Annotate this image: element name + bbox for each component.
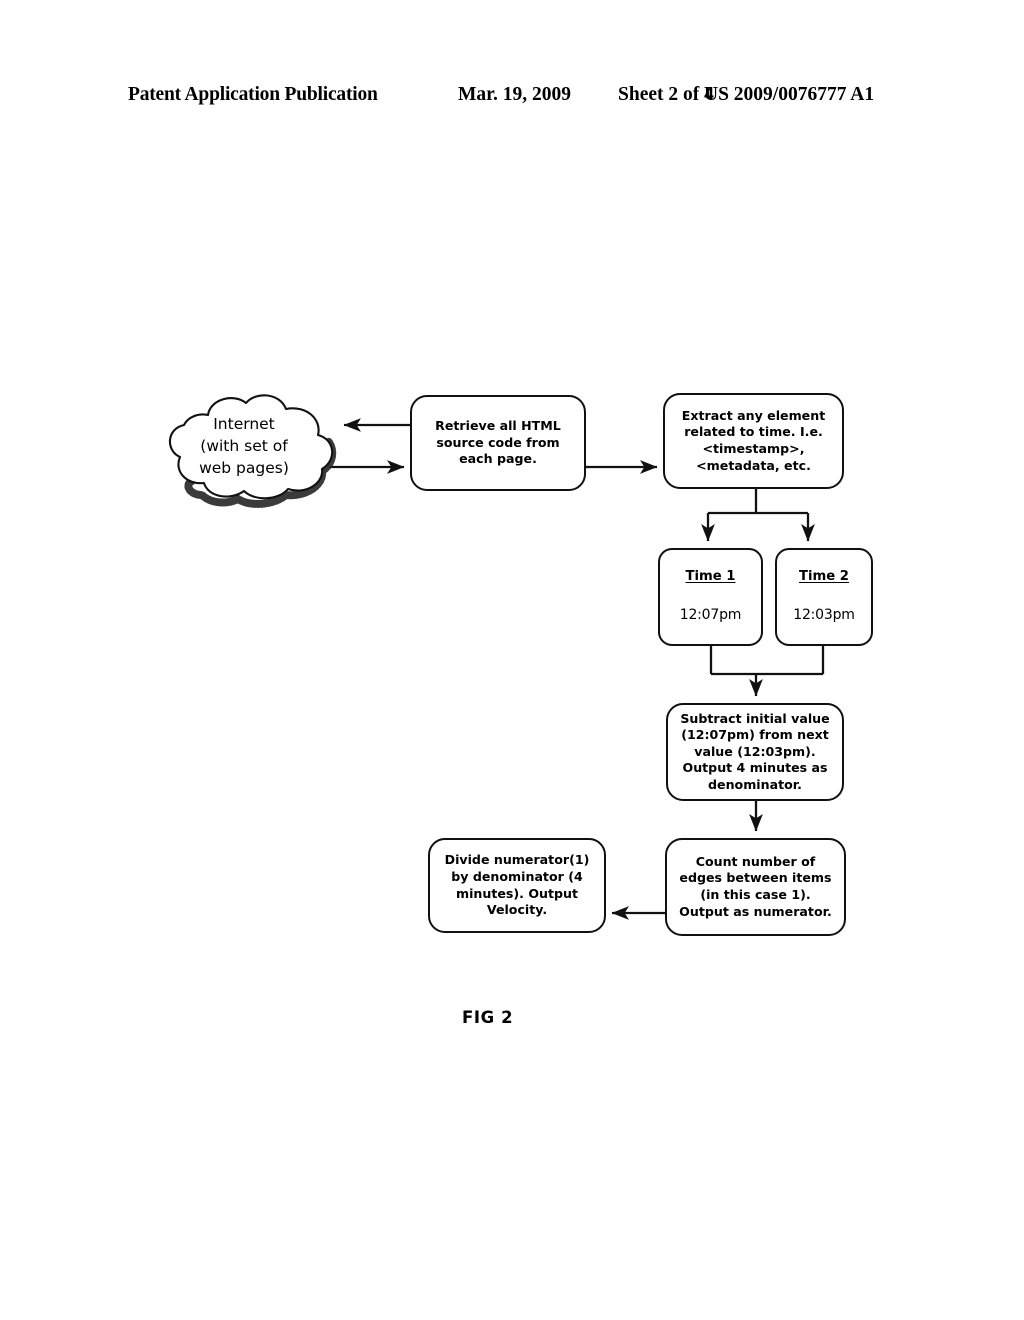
- node-time-2-value: 12:03pm: [793, 606, 855, 623]
- node-extract-time-element-label: Extract any element related to time. I.e…: [681, 407, 826, 473]
- node-retrieve-html-label: Retrieve all HTML source code from each …: [435, 417, 561, 467]
- node-count-edges[interactable]: Count number of edges between items (in …: [665, 838, 846, 936]
- node-time-1-content: Time 1 12:07pm: [667, 550, 754, 645]
- node-subtract-values-label: Subtract initial value (12:07pm) from ne…: [680, 711, 830, 792]
- node-time-2-content: Time 2 12:03pm: [784, 550, 864, 645]
- node-time-2[interactable]: Time 2 12:03pm: [775, 548, 873, 646]
- node-divide-output-velocity[interactable]: Divide numerator(1) by denominator (4 mi…: [428, 838, 606, 933]
- node-time-1[interactable]: Time 1 12:07pm: [658, 548, 763, 646]
- figure-caption: FIG 2: [462, 1008, 514, 1027]
- node-time-1-value: 12:07pm: [679, 606, 742, 623]
- node-internet-cloud[interactable]: Internet (with set of web pages): [150, 385, 348, 513]
- node-count-edges-label: Count number of edges between items (in …: [679, 853, 832, 919]
- node-retrieve-html[interactable]: Retrieve all HTML source code from each …: [410, 395, 586, 491]
- node-time-2-title: Time 2: [799, 569, 849, 585]
- node-time-1-title: Time 1: [685, 569, 736, 585]
- node-subtract-values[interactable]: Subtract initial value (12:07pm) from ne…: [666, 703, 844, 801]
- node-internet-cloud-label: Internet (with set of web pages): [199, 415, 289, 477]
- node-divide-output-velocity-label: Divide numerator(1) by denominator (4 mi…: [444, 852, 590, 918]
- connector-layer: [329, 418, 825, 920]
- node-extract-time-element[interactable]: Extract any element related to time. I.e…: [663, 393, 844, 489]
- flow-diagram: Internet (with set of web pages) Retriev…: [0, 0, 1024, 1320]
